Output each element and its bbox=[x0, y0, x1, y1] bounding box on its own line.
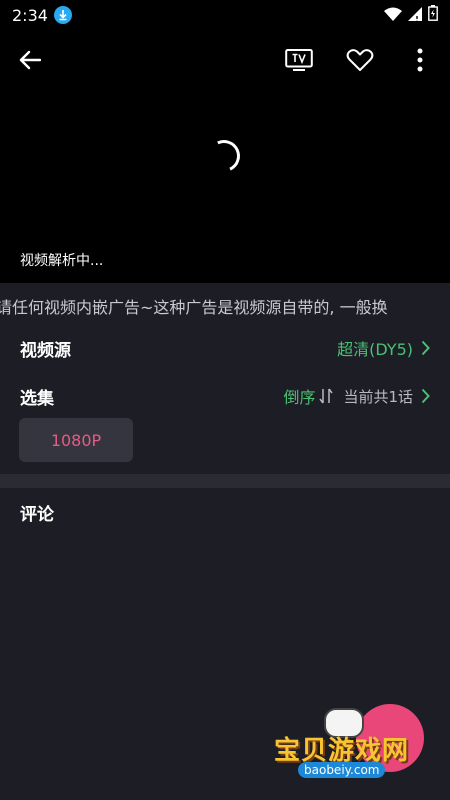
wifi-icon bbox=[384, 6, 402, 25]
episodes-label: 选集 bbox=[20, 388, 54, 409]
back-button[interactable] bbox=[14, 44, 46, 76]
status-bar: 2:34 bbox=[0, 0, 450, 30]
cast-tv-button[interactable] bbox=[282, 44, 316, 76]
loading-spinner-icon bbox=[203, 135, 245, 177]
sort-order-button[interactable]: 倒序 bbox=[283, 384, 315, 408]
video-player[interactable]: 视频解析中... bbox=[0, 30, 450, 283]
video-source-label: 视频源 bbox=[20, 340, 71, 361]
comments-title: 评论 bbox=[20, 505, 54, 525]
heart-icon bbox=[346, 49, 374, 71]
back-arrow-icon bbox=[19, 50, 41, 70]
video-source-selector[interactable]: 超清(DY5) bbox=[337, 336, 430, 360]
status-icons bbox=[384, 5, 438, 25]
cellular-signal-icon bbox=[408, 6, 422, 25]
notice-marquee: 请任何视频内嵌广告~这种广告是视频源自带的, 一般换 bbox=[0, 283, 450, 329]
more-options-button[interactable] bbox=[404, 44, 436, 76]
battery-icon bbox=[428, 5, 438, 25]
more-vertical-icon bbox=[417, 48, 423, 72]
download-notification-icon bbox=[53, 6, 72, 24]
watermark-logo: 宝贝游戏网 baobeiy.com bbox=[272, 700, 442, 795]
tv-icon bbox=[285, 49, 313, 71]
status-time: 2:34 bbox=[12, 5, 48, 25]
episode-count[interactable]: 当前共1话 bbox=[343, 386, 413, 407]
chevron-right-icon bbox=[421, 340, 430, 356]
player-toolbar bbox=[0, 30, 450, 90]
sort-icon[interactable] bbox=[319, 388, 334, 404]
favorite-button[interactable] bbox=[344, 44, 376, 76]
player-status-text: 视频解析中... bbox=[20, 253, 104, 269]
episodes-row: 选集 倒序 当前共1话 bbox=[0, 376, 450, 416]
section-divider bbox=[0, 474, 450, 488]
video-source-row[interactable]: 视频源 超清(DY5) bbox=[0, 328, 450, 368]
watermark-url: baobeiy.com bbox=[298, 762, 386, 778]
chevron-right-icon[interactable] bbox=[421, 388, 430, 404]
episodes-controls: 倒序 当前共1话 bbox=[283, 384, 430, 408]
notice-text: 请任何视频内嵌广告~这种广告是视频源自带的, 一般换 bbox=[0, 298, 388, 317]
screen: 2:34 视频解析中... 请任何视频内嵌广告~这种广告是视频源自带的, 一般换… bbox=[0, 0, 450, 800]
episode-button[interactable]: 1080P bbox=[19, 418, 133, 462]
video-source-value: 超清(DY5) bbox=[337, 340, 413, 359]
